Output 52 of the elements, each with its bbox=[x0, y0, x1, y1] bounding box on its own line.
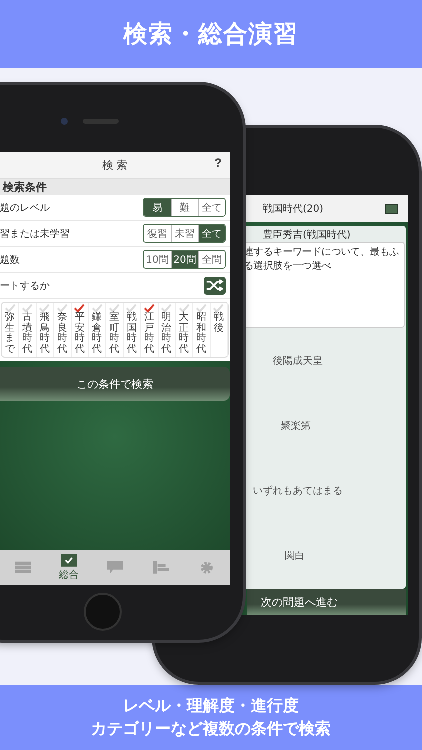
home-button[interactable] bbox=[84, 593, 122, 631]
era-option[interactable]: 戦国時代 bbox=[124, 303, 142, 357]
camera-icon bbox=[61, 118, 68, 125]
chat-bubble-icon bbox=[107, 561, 123, 574]
banner-caption: カテゴリーなど複数の条件で検索 bbox=[91, 718, 331, 740]
section-title: 検索条件 bbox=[3, 180, 47, 194]
screen-title: 検 索 bbox=[102, 158, 128, 172]
era-option[interactable]: 江戸時代 bbox=[141, 303, 159, 357]
setting-label: 題のレベル bbox=[0, 202, 50, 214]
segment-option[interactable]: 全問 bbox=[198, 251, 225, 268]
era-option[interactable]: 明治時代 bbox=[158, 303, 176, 357]
check-icon bbox=[61, 554, 77, 566]
era-option[interactable]: 鎌倉時代 bbox=[88, 303, 106, 357]
speaker-grille bbox=[83, 119, 119, 124]
banner-caption: レベル・理解度・進行度 bbox=[123, 696, 299, 716]
era-option[interactable]: 戦後 bbox=[210, 303, 228, 357]
segment-option[interactable]: 全て bbox=[198, 225, 225, 242]
shuffle-toggle[interactable] bbox=[204, 276, 226, 294]
era-option[interactable]: 平安時代 bbox=[72, 303, 89, 357]
check-icon bbox=[74, 304, 86, 313]
question-topic: 豊臣秀吉(戦国時代) bbox=[262, 228, 352, 242]
banner-title: 検索・総合演習 bbox=[124, 19, 298, 50]
setting-label: 習または未学習 bbox=[0, 228, 70, 240]
answer-choice[interactable]: 後陽成天皇 bbox=[273, 354, 323, 368]
era-option[interactable]: 昭和時代 bbox=[193, 303, 211, 357]
segment-option[interactable]: 20問 bbox=[171, 251, 198, 268]
tab-item[interactable]: 総合 bbox=[51, 554, 87, 582]
era-option[interactable]: 古墳時代 bbox=[19, 303, 37, 357]
segment-option[interactable]: 易 bbox=[144, 199, 171, 216]
question-text: る選択肢を一つ選べ bbox=[244, 260, 332, 274]
answer-choice[interactable]: 関白 bbox=[285, 549, 305, 564]
check-icon bbox=[144, 304, 155, 313]
list-icon bbox=[15, 561, 31, 574]
search-button[interactable]: この条件で検索 bbox=[0, 367, 230, 401]
bar-chart-icon bbox=[153, 561, 169, 574]
era-option[interactable]: 室町時代 bbox=[106, 303, 124, 357]
segment-option[interactable]: 10問 bbox=[144, 251, 171, 268]
setting-label: 題数 bbox=[0, 254, 20, 266]
answer-choice[interactable]: 聚楽第 bbox=[281, 418, 311, 433]
gear-icon bbox=[200, 560, 214, 574]
answer-choice[interactable]: いずれもあてはまる bbox=[253, 484, 343, 498]
era-option[interactable]: 奈良時代 bbox=[54, 303, 72, 357]
next-question-button[interactable]: 次の問題へ進む bbox=[247, 589, 406, 615]
help-button[interactable]: ? bbox=[214, 156, 222, 170]
era-option[interactable]: 飛鳥時代 bbox=[36, 303, 54, 357]
segment-option[interactable]: 全て bbox=[198, 199, 225, 216]
setting-label: ートするか bbox=[0, 280, 50, 292]
era-option[interactable]: 大正時代 bbox=[176, 303, 194, 357]
era-option[interactable]: 弥生まで bbox=[2, 303, 20, 357]
shuffle-icon bbox=[206, 279, 224, 292]
quiz-title: 戦国時代(20) bbox=[263, 202, 324, 216]
card-icon[interactable] bbox=[385, 204, 398, 214]
